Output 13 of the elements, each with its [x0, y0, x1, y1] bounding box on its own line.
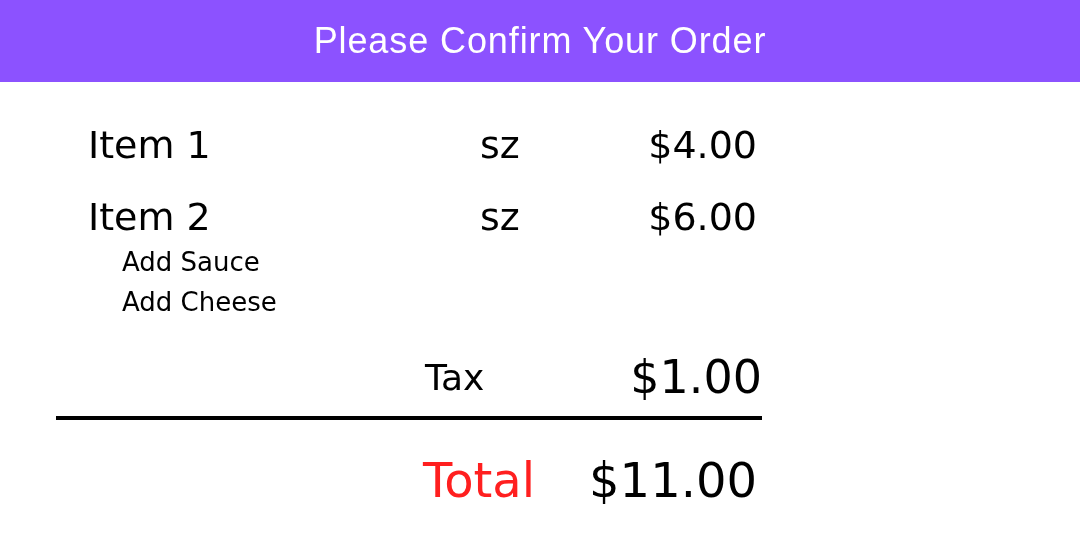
- tax-amount: $1.00: [629, 354, 762, 400]
- item-name: Item 2: [88, 198, 212, 236]
- item-price: $4.00: [647, 126, 757, 164]
- item-modifier: Add Sauce: [121, 246, 261, 279]
- item-price: $6.00: [647, 198, 757, 236]
- item-modifier: Add Cheese: [121, 286, 278, 319]
- page-title: Please Confirm Your Order: [313, 19, 767, 63]
- total-label: Total: [423, 456, 537, 504]
- item-size: sz: [480, 198, 521, 236]
- total-amount: $11.00: [589, 456, 757, 504]
- item-name: Item 1: [88, 126, 212, 164]
- item-size: sz: [480, 126, 521, 164]
- tax-label: Tax: [425, 360, 486, 400]
